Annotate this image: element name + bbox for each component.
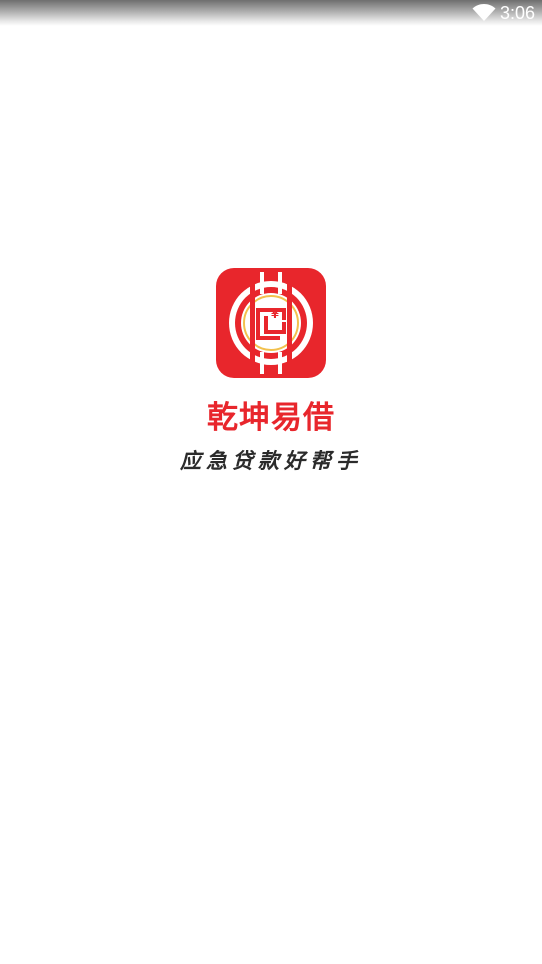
coin-logo-icon: ¥ (216, 268, 326, 378)
status-time: 3:06 (500, 3, 536, 23)
slogan: 应急贷款好帮手 (180, 448, 362, 473)
splash-screen: 3:06 ¥ 乾坤易借 应急贷款好帮手 (0, 0, 542, 964)
status-bar: 3:06 (0, 0, 542, 26)
logo-currency-symbol: ¥ (271, 308, 279, 321)
wifi-icon (472, 4, 496, 21)
app-name: 乾坤易借 (207, 400, 335, 436)
